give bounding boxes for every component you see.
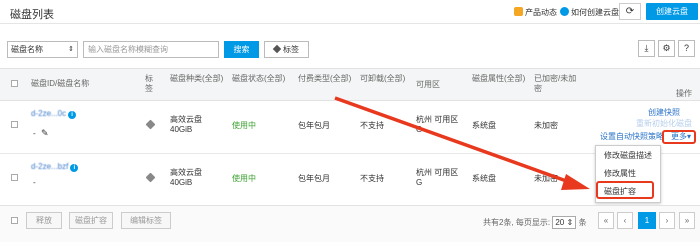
page-1-button[interactable]: 1 [638, 212, 656, 229]
footer-select-all-checkbox[interactable] [11, 217, 18, 224]
next-page-button[interactable]: › [659, 212, 675, 229]
last-page-button[interactable]: » [679, 212, 695, 229]
release-button[interactable]: 释放 [26, 212, 62, 229]
more-highlight-box [662, 130, 696, 144]
first-page-button[interactable]: « [598, 212, 614, 229]
resize-highlight-box [596, 181, 654, 199]
table-footer: 释放 磁盘扩容 编辑标签 共有2条, 每页显示: 20 ⇕ 条 « ‹ 1 › … [0, 205, 700, 242]
arrow-head [561, 174, 590, 190]
menu-item-edit-attributes[interactable]: 修改属性 [604, 168, 636, 179]
prev-page-button[interactable]: ‹ [617, 212, 633, 229]
edit-tags-button[interactable]: 编辑标签 [121, 212, 171, 229]
menu-item-edit-description[interactable]: 修改磁盘描述 [604, 150, 652, 161]
resize-disk-button[interactable]: 磁盘扩容 [69, 212, 113, 229]
page-size-select[interactable]: 20 ⇕ [552, 216, 577, 229]
pagination-info: 共有2条, 每页显示: 20 ⇕ 条 [483, 216, 587, 229]
arrow-line [334, 96, 573, 185]
